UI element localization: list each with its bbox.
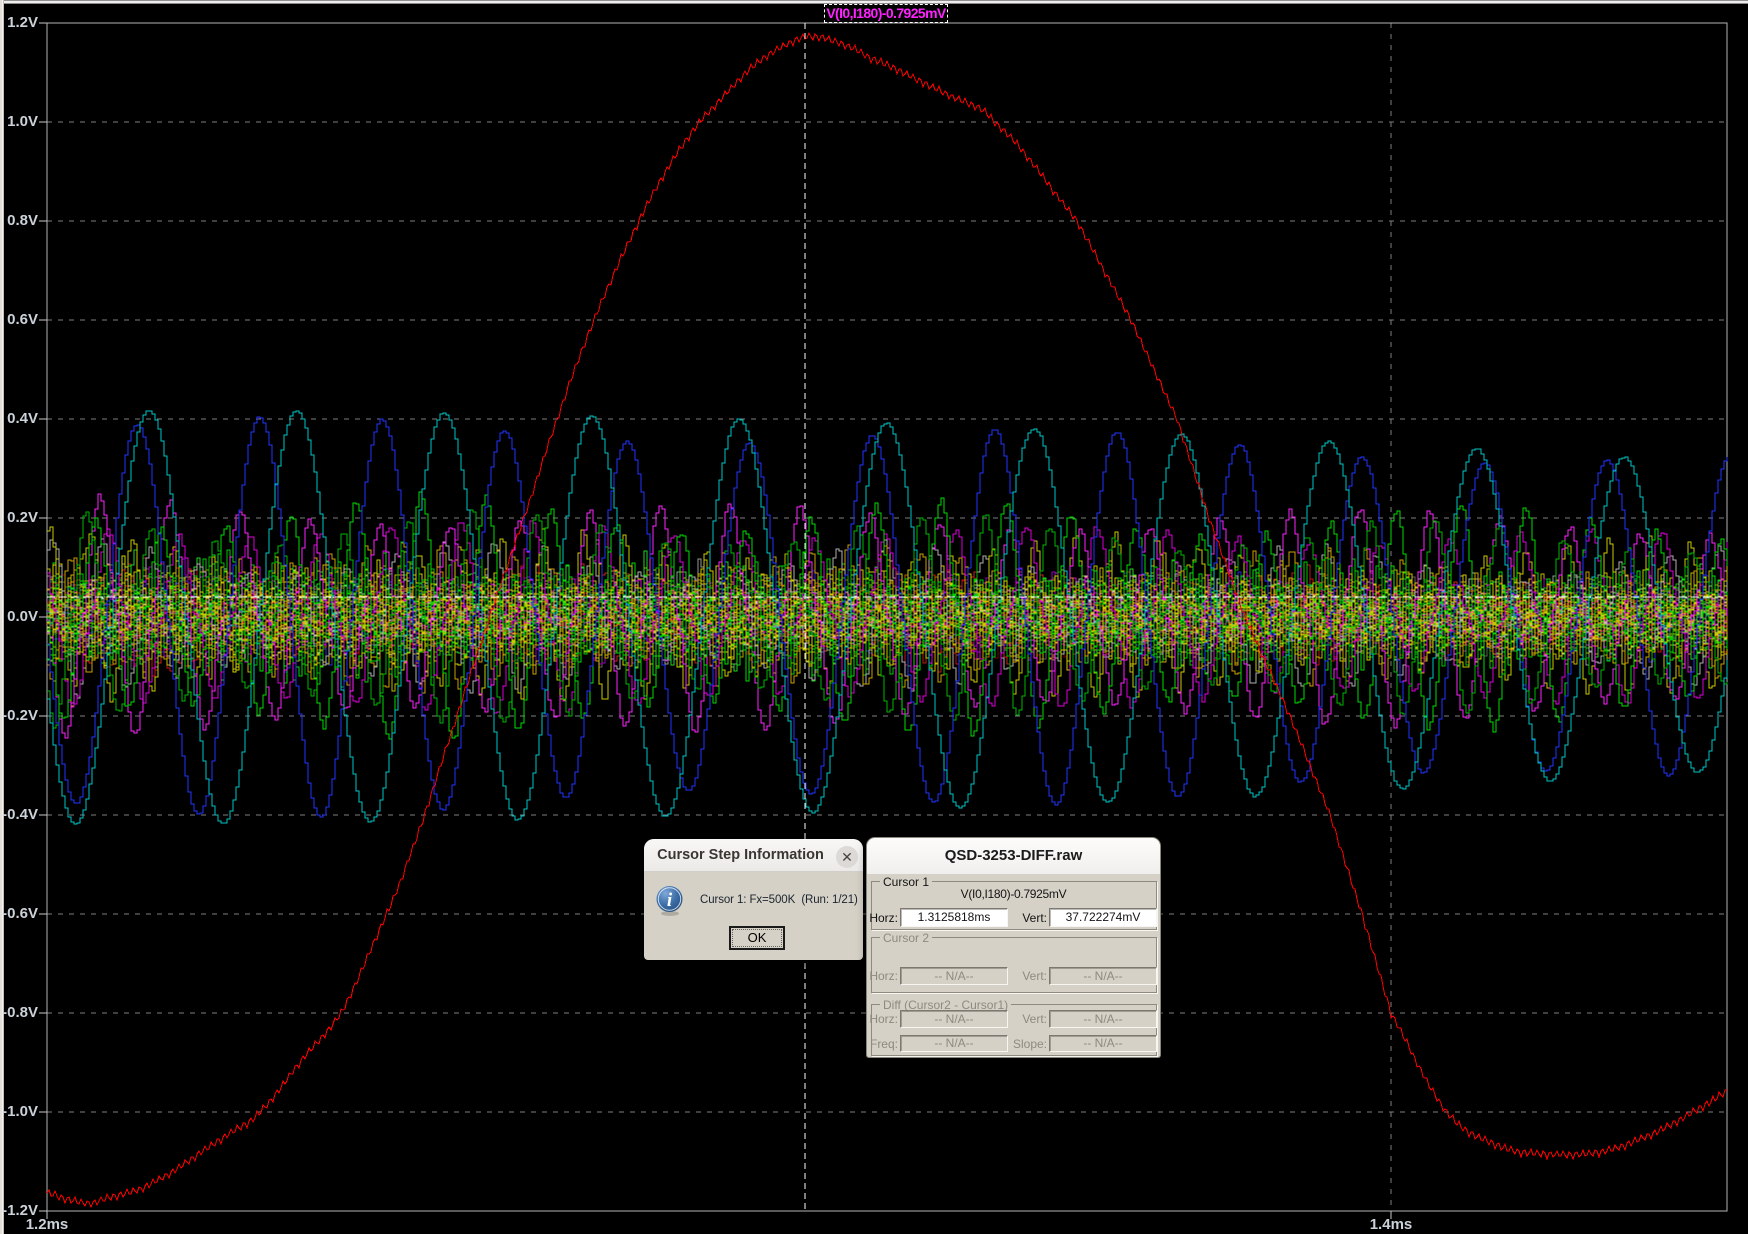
svg-text:i: i <box>667 890 673 911</box>
